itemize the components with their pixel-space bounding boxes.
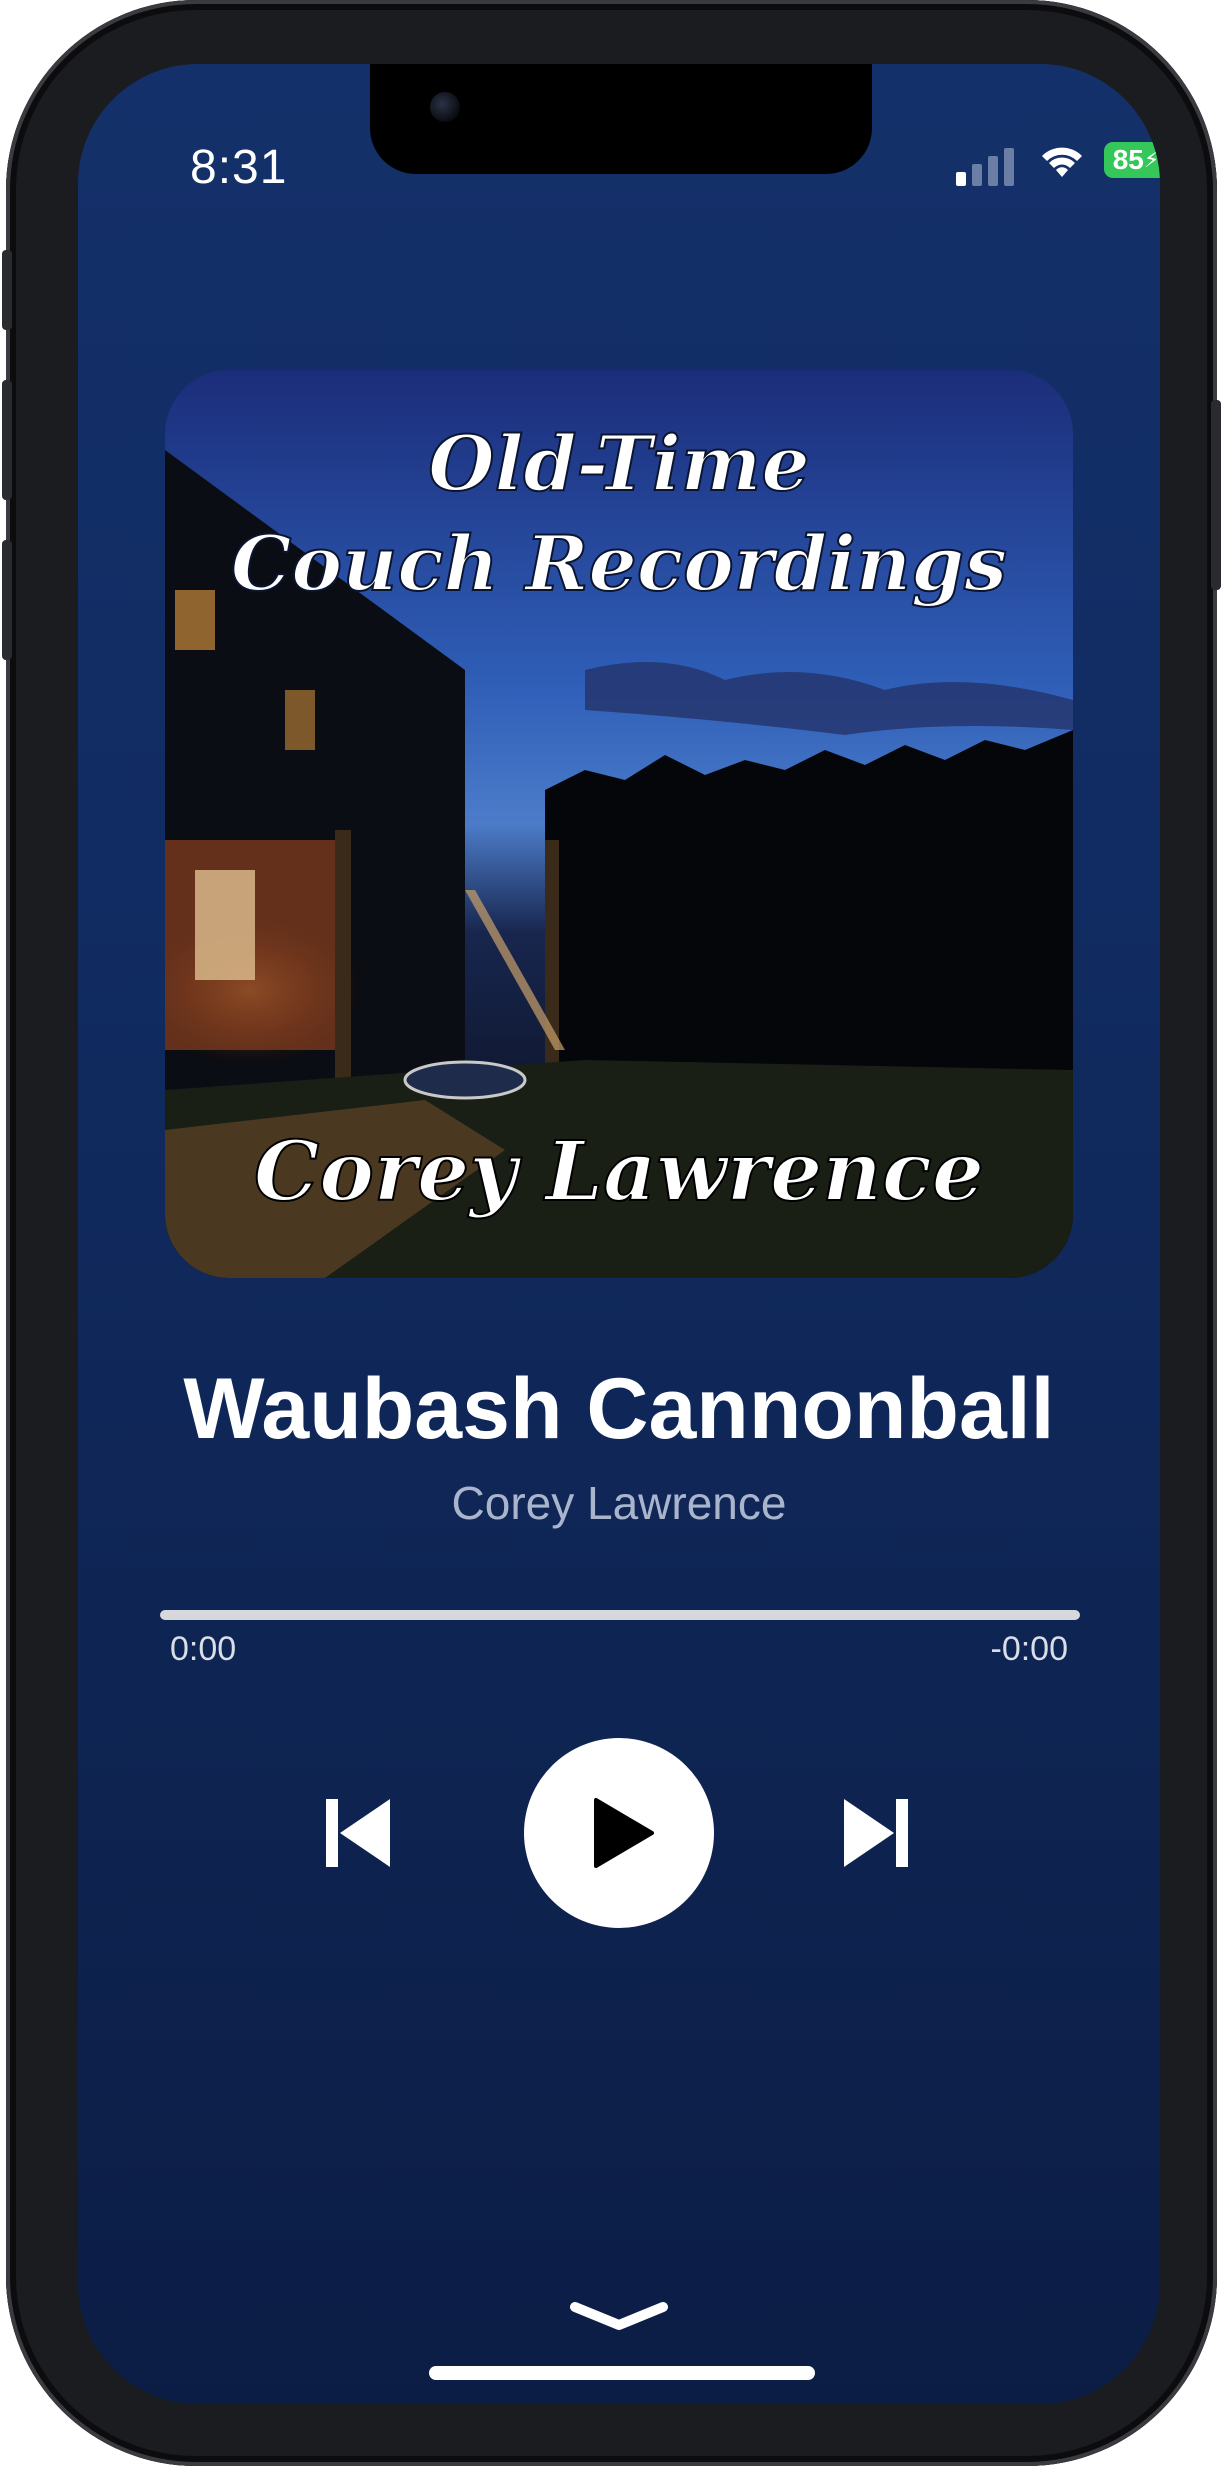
- wifi-icon: [1042, 147, 1082, 177]
- next-track-button[interactable]: [840, 1795, 910, 1871]
- time-remaining: -0:00: [990, 1630, 1069, 1668]
- phone-frame: 8:31 85 ⚡ Old-Time Couch Recordings Core…: [2, 0, 1221, 2466]
- previous-track-button[interactable]: [324, 1795, 394, 1871]
- time-elapsed: 0:00: [170, 1630, 237, 1668]
- album-art-title-line2: Couch Recordings: [231, 519, 1007, 608]
- volume-up-button: [2, 380, 12, 500]
- front-camera: [430, 92, 460, 122]
- home-indicator[interactable]: [429, 2366, 815, 2380]
- volume-down-button: [2, 540, 12, 660]
- album-artwork: Old-Time Couch Recordings Corey Lawrence: [165, 370, 1073, 1278]
- battery-charging-icon: 85 ⚡: [1104, 138, 1160, 182]
- music-player-screen: 8:31 85 ⚡ Old-Time Couch Recordings Core…: [78, 64, 1160, 2404]
- status-bar-time: 8:31: [190, 141, 288, 194]
- song-title: Waubash Cannonball: [183, 1361, 1055, 1457]
- skip-back-icon: [326, 1799, 390, 1867]
- cellular-signal-icon: [956, 146, 1018, 186]
- album-art-artist: Corey Lawrence: [254, 1124, 984, 1220]
- skip-forward-icon: [844, 1799, 908, 1867]
- album-artwork-image: Old-Time Couch Recordings Corey Lawrence: [165, 370, 1073, 1278]
- play-icon: [594, 1798, 654, 1868]
- chevron-down-icon: [570, 2302, 668, 2330]
- notch: [370, 64, 872, 174]
- collapse-player-button[interactable]: [569, 2297, 669, 2337]
- progress-scrubber[interactable]: [160, 1610, 1080, 1620]
- action-button: [2, 250, 12, 330]
- battery-level: 85: [1112, 144, 1144, 175]
- album-art-title-line1: Old-Time: [428, 419, 809, 508]
- play-button[interactable]: [524, 1738, 714, 1928]
- song-artist[interactable]: Corey Lawrence: [78, 1476, 1160, 1530]
- side-button: [1211, 400, 1221, 590]
